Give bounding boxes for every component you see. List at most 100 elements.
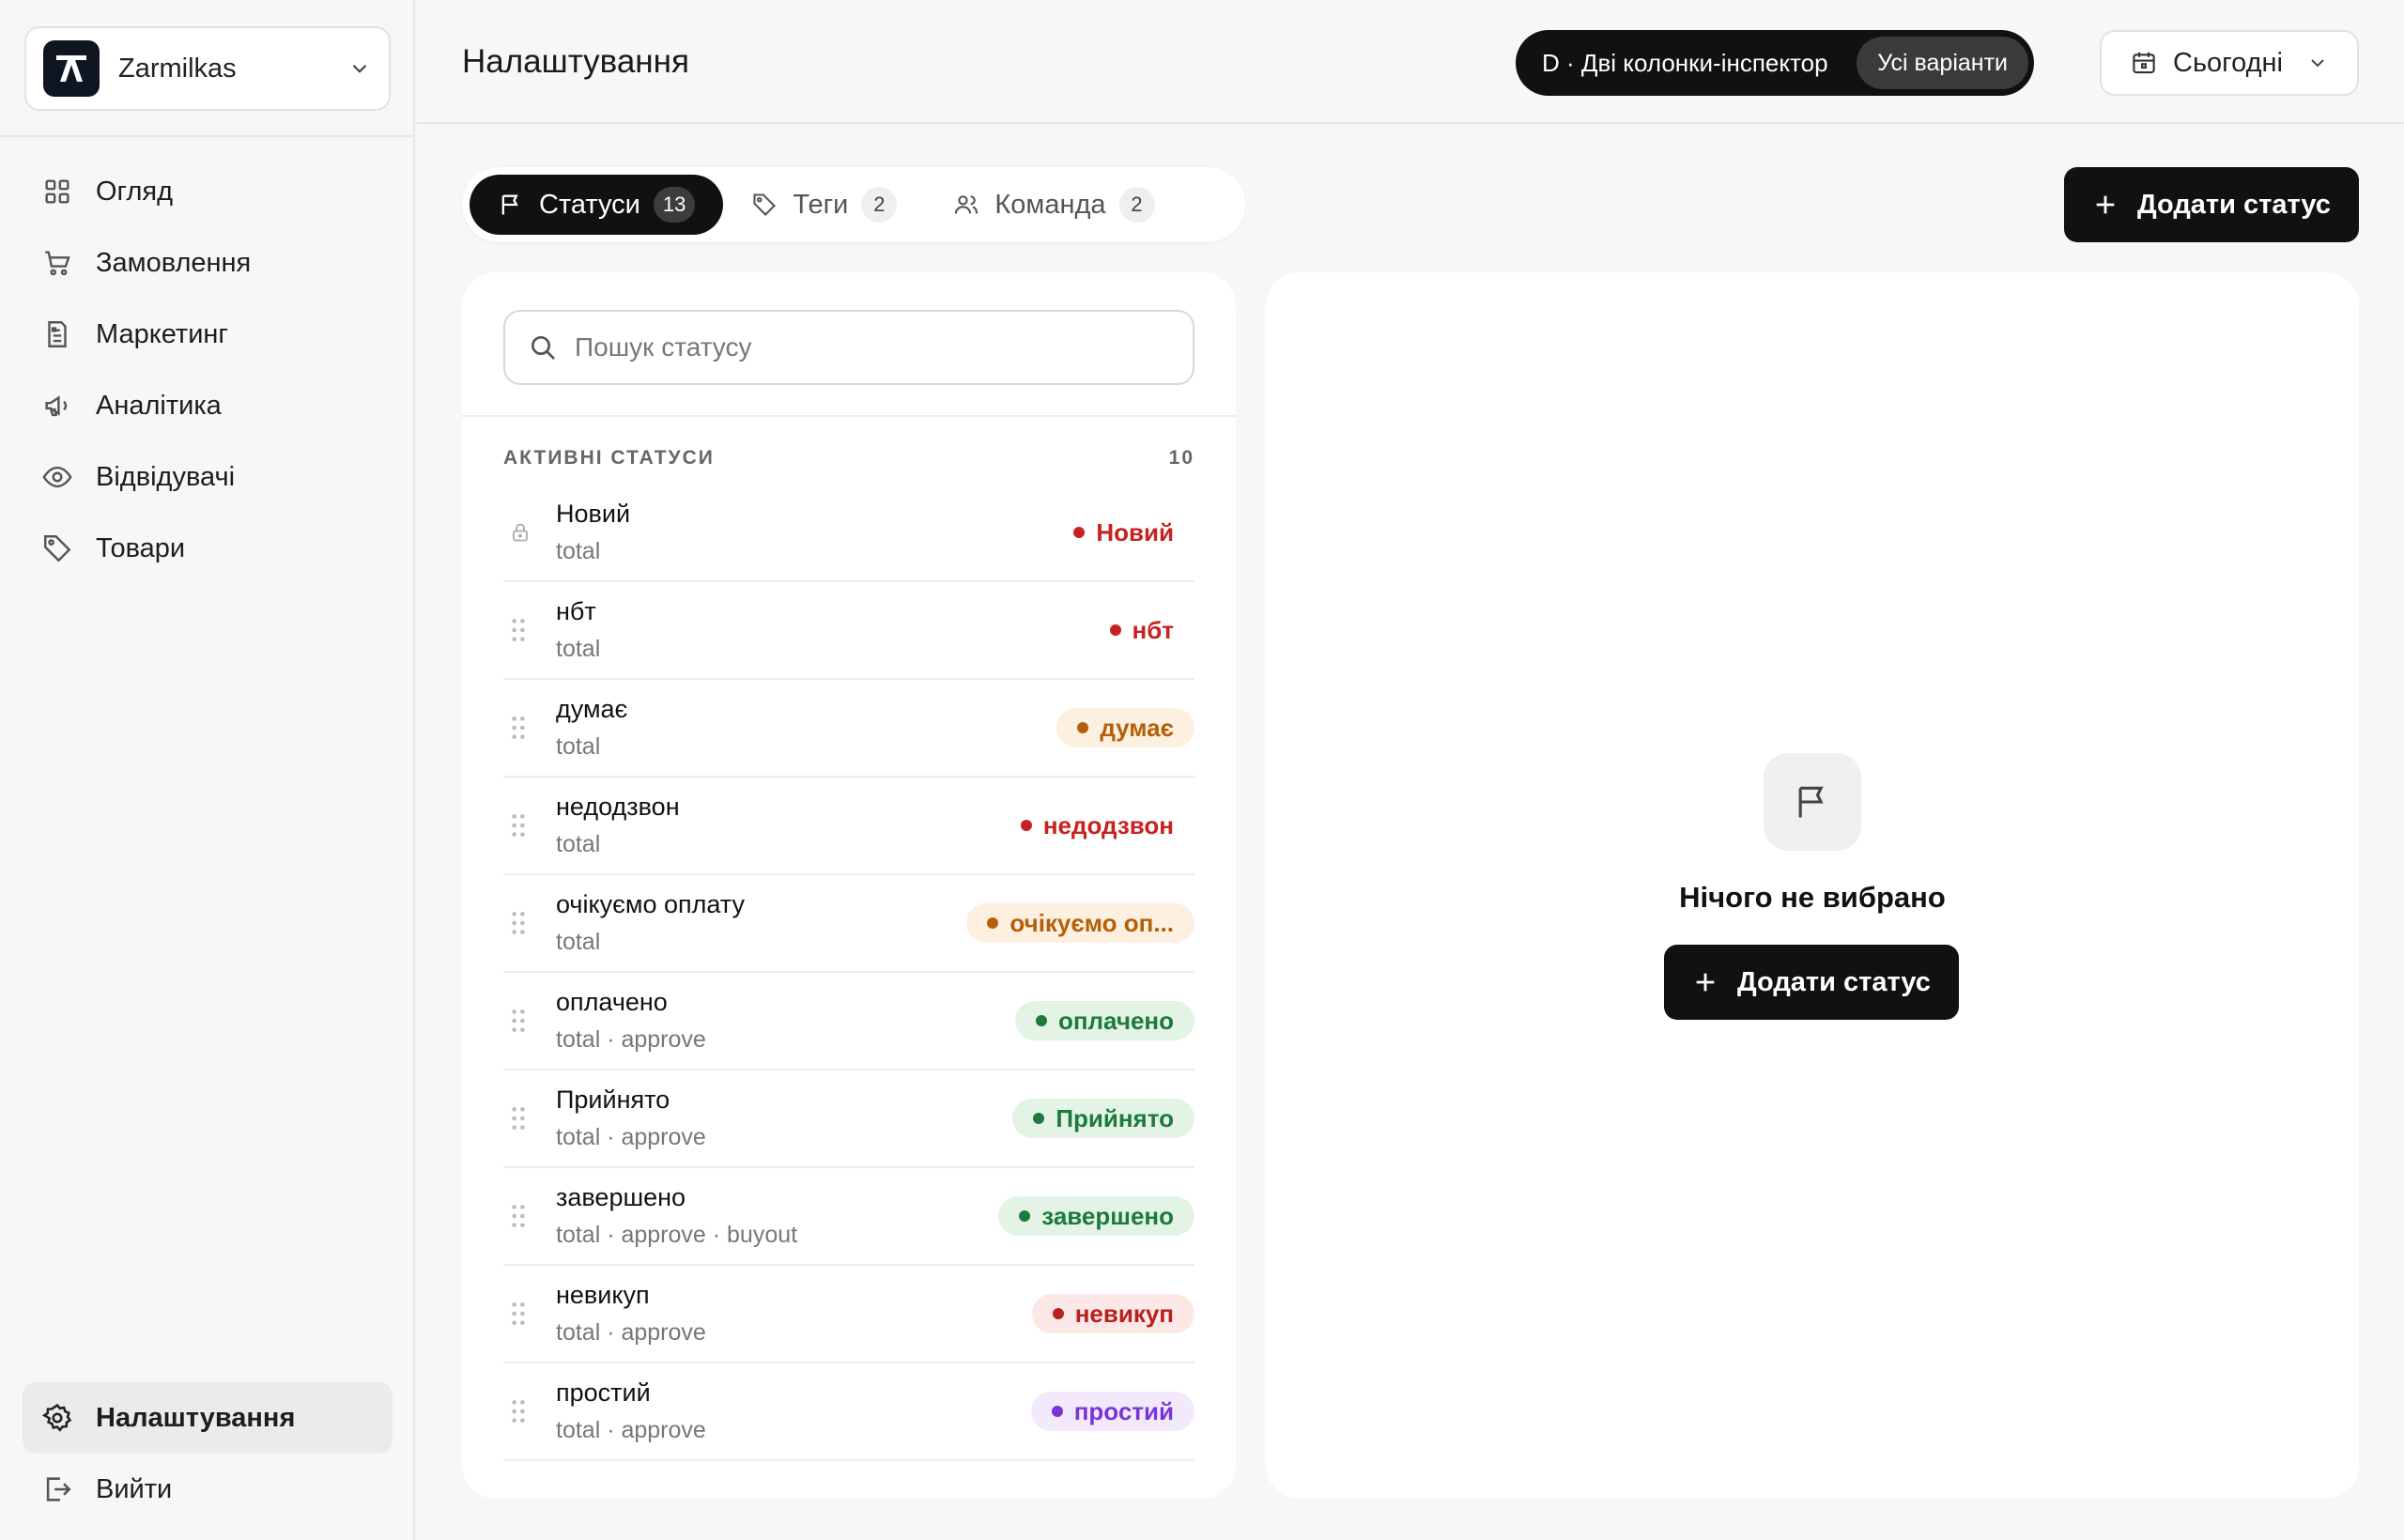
flag-icon: [498, 192, 524, 218]
tab-tags[interactable]: Теги 2: [723, 175, 925, 235]
add-status-button[interactable]: Додати статус: [2064, 167, 2359, 242]
status-text: простий total · approve: [556, 1378, 1031, 1444]
section-title: АКТИВНІ СТАТУСИ: [503, 447, 715, 469]
tab-count: 2: [1118, 187, 1155, 223]
drag-handle-icon[interactable]: [509, 1398, 532, 1424]
status-badge-label: думає: [1100, 713, 1174, 742]
divider: [462, 415, 1236, 417]
status-groups: total · approve: [556, 1026, 706, 1053]
drag-handle-icon[interactable]: [509, 1301, 532, 1327]
grid-icon: [41, 176, 73, 208]
all-variants-button[interactable]: Усі варіанти: [1857, 37, 2028, 89]
status-row[interactable]: простий total · approve простий: [503, 1363, 1194, 1461]
status-search[interactable]: [503, 310, 1194, 385]
drag-handle-icon[interactable]: [509, 1008, 532, 1034]
status-groups: total · approve: [556, 1124, 706, 1150]
add-status-button[interactable]: Додати статус: [1664, 945, 1959, 1020]
status-badge-label: невикуп: [1074, 1299, 1174, 1328]
status-name: Прийнято: [556, 1086, 670, 1114]
tab-count: 2: [861, 187, 898, 223]
status-row[interactable]: невикуп total · approve невикуп: [503, 1266, 1194, 1363]
status-text: Прийнято total · approve: [556, 1086, 1012, 1151]
sidebar-item-analytics[interactable]: Аналітика: [23, 370, 393, 441]
status-text: недодзвон total: [556, 793, 1000, 858]
chevron-down-icon: [2306, 52, 2329, 74]
status-groups: total: [556, 929, 601, 955]
status-dot: [1020, 820, 1032, 831]
status-row[interactable]: оплачено total · approve оплачено: [503, 973, 1194, 1070]
status-dot: [1035, 1015, 1047, 1026]
status-badge: недодзвон: [1000, 806, 1194, 845]
status-text: Новий total: [556, 500, 1053, 565]
tab-team[interactable]: Команда 2: [925, 175, 1182, 235]
section-header: АКТИВНІ СТАТУСИ 10: [503, 447, 1194, 470]
sidebar-item-logout[interactable]: Вийти: [23, 1454, 393, 1525]
sidebar-item-settings[interactable]: Налаштування: [23, 1382, 393, 1454]
status-name: нбт: [556, 597, 596, 625]
status-dot: [1051, 1406, 1063, 1417]
workspace-select[interactable]: Zarmilkas: [24, 26, 391, 111]
status-row[interactable]: думає total думає: [503, 680, 1194, 778]
status-badge: простий: [1030, 1392, 1194, 1431]
status-badge-label: оплачено: [1057, 1006, 1174, 1035]
status-groups: total: [556, 538, 601, 564]
add-status-label: Додати статус: [1737, 966, 1931, 997]
status-badge: нбт: [1089, 610, 1195, 650]
status-dot: [1052, 1308, 1064, 1319]
status-name: оплачено: [556, 988, 668, 1016]
status-badge-label: Новий: [1096, 517, 1174, 547]
status-dot: [1019, 1210, 1031, 1222]
status-groups: total: [556, 636, 601, 662]
status-dot: [987, 917, 999, 929]
status-badge: Новий: [1053, 513, 1194, 552]
status-name: простий: [556, 1378, 651, 1407]
date-range-button[interactable]: Сьогодні: [2100, 30, 2359, 96]
status-groups: total · approve · buyout: [556, 1222, 798, 1248]
drag-handle-icon[interactable]: [509, 812, 532, 839]
status-badge: невикуп: [1031, 1294, 1194, 1333]
status-badge-label: очікуємо оп...: [1009, 908, 1174, 937]
sidebar-item-label: Вийти: [96, 1473, 173, 1504]
tab-label: Теги: [793, 189, 849, 220]
status-groups: total · approve: [556, 1319, 706, 1346]
tab-statuses[interactable]: Статуси 13: [470, 175, 724, 235]
status-text: думає total: [556, 695, 1056, 761]
sidebar-item-label: Відвідувачі: [96, 461, 236, 492]
megaphone-icon: [41, 390, 73, 422]
status-groups: total: [556, 733, 601, 760]
status-dot: [1109, 624, 1121, 636]
status-badge: оплачено: [1014, 1001, 1194, 1040]
workspace-logo: [43, 40, 100, 97]
sidebar: Zarmilkas Огляд Замовлення Маркетинг Ана…: [0, 0, 415, 1540]
sidebar-item-marketing[interactable]: Маркетинг: [23, 299, 393, 370]
drag-handle-icon[interactable]: [509, 1105, 532, 1132]
sidebar-bottom: Налаштування Вийти: [23, 1382, 393, 1525]
sidebar-item-orders[interactable]: Замовлення: [23, 227, 393, 299]
status-list-panel: АКТИВНІ СТАТУСИ 10 Новий total Новий нбт tot…: [462, 272, 1236, 1499]
sidebar-item-label: Маркетинг: [96, 318, 228, 349]
sidebar-nav: Огляд Замовлення Маркетинг Аналітика Від…: [23, 156, 393, 584]
drag-handle-icon[interactable]: [509, 1203, 532, 1229]
drag-handle-icon[interactable]: [509, 910, 532, 936]
sidebar-item-visitors[interactable]: Відвідувачі: [23, 441, 393, 513]
status-dot: [1033, 1113, 1045, 1124]
status-row[interactable]: завершено total · approve · buyout заверше…: [503, 1168, 1194, 1266]
search-input[interactable]: [575, 332, 1170, 362]
inspector-panel: Нічого не вибрано Додати статус: [1266, 272, 2359, 1499]
search-icon: [528, 332, 558, 362]
status-row[interactable]: Прийнято total · approve Прийнято: [503, 1070, 1194, 1168]
sidebar-item-overview[interactable]: Огляд: [23, 156, 393, 227]
tab-label: Команда: [994, 189, 1106, 220]
drag-handle-icon[interactable]: [509, 617, 532, 643]
status-row[interactable]: нбт total нбт: [503, 582, 1194, 680]
status-row[interactable]: Новий total Новий: [503, 485, 1194, 582]
status-text: невикуп total · approve: [556, 1281, 1032, 1347]
drag-handle-icon[interactable]: [509, 715, 532, 741]
page-title: Налаштування: [462, 43, 689, 80]
sidebar-item-products[interactable]: Товари: [23, 513, 393, 584]
status-name: недодзвон: [556, 793, 680, 821]
flag-icon: [1764, 753, 1861, 851]
status-row[interactable]: очікуємо оплату total очікуємо оп...: [503, 875, 1194, 973]
status-dot: [1077, 722, 1089, 733]
status-row[interactable]: недодзвон total недодзвон: [503, 778, 1194, 875]
